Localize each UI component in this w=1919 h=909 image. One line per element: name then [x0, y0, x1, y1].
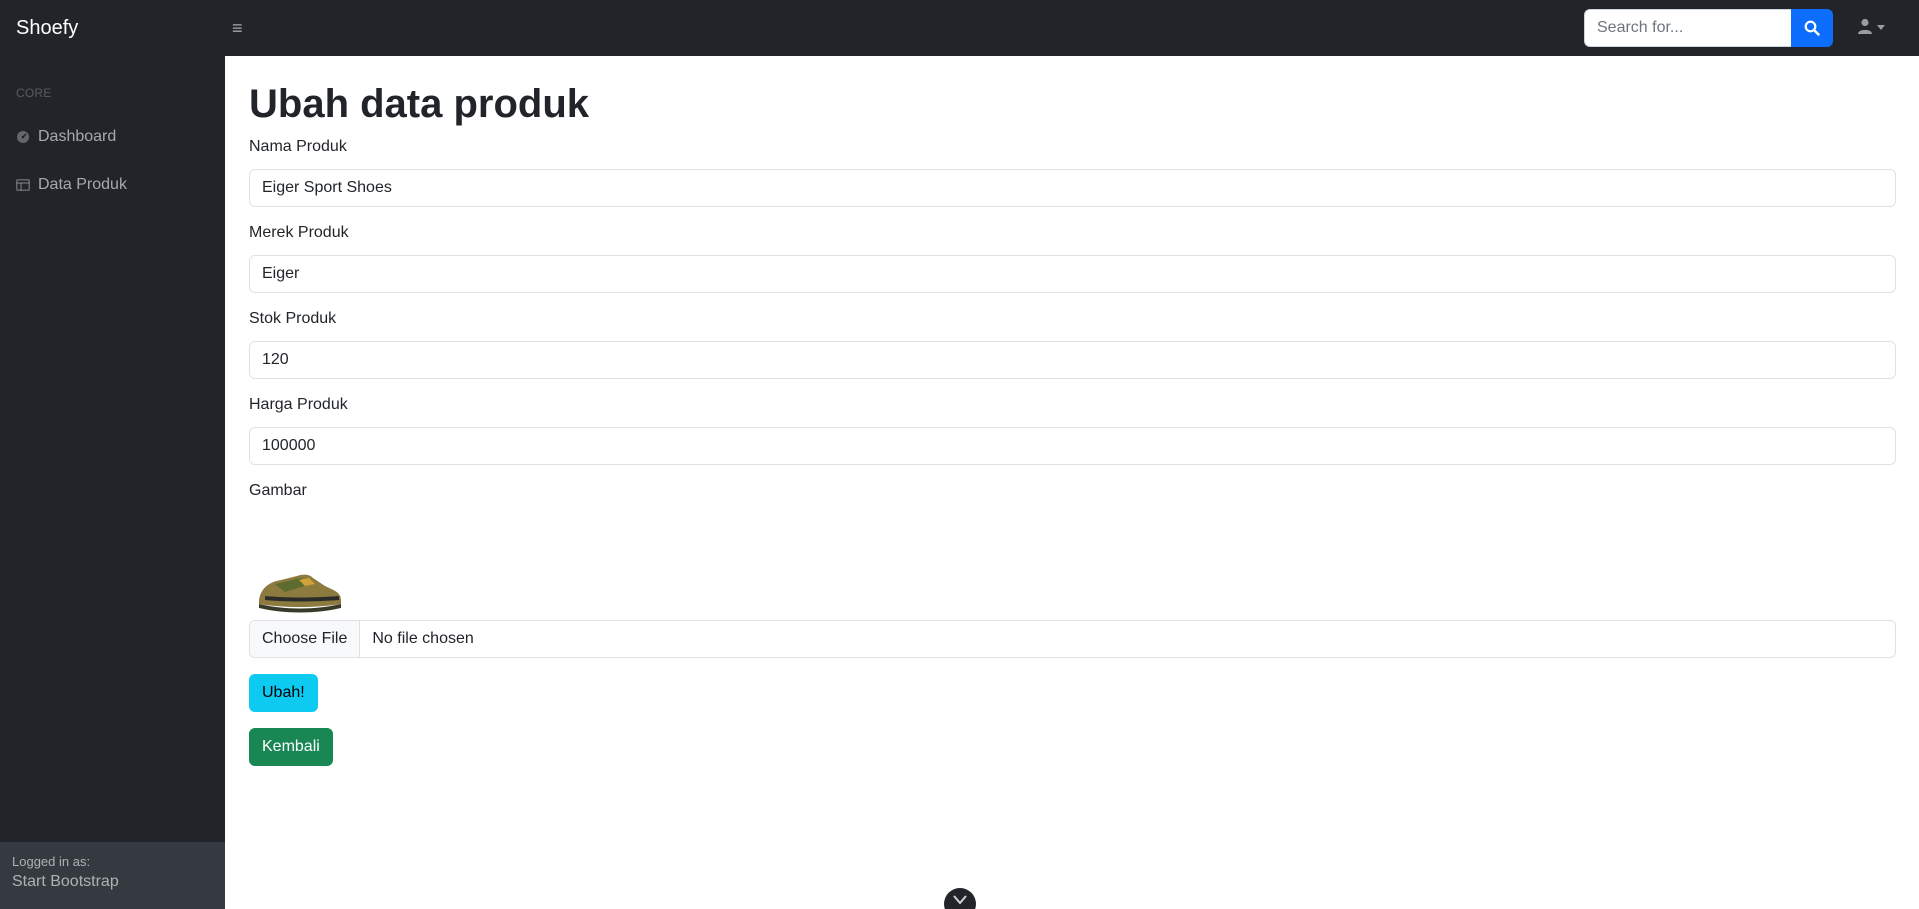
file-input[interactable]: Choose File No file chosen	[249, 620, 1896, 658]
tachometer-icon	[17, 131, 29, 143]
logged-in-label: Logged in as:	[12, 854, 91, 869]
user-dropdown[interactable]	[1857, 18, 1885, 34]
gambar-label: Gambar	[249, 482, 307, 499]
scroll-indicator[interactable]	[944, 888, 976, 909]
harga-produk-label: Harga Produk	[249, 396, 348, 413]
sidebar-item-dashboard[interactable]: Dashboard	[16, 128, 116, 146]
user-icon	[1858, 18, 1872, 34]
sidebar: CORE Dashboard Data Produk Logged in as:…	[0, 56, 225, 909]
brand-logo[interactable]: Shoefy	[16, 17, 216, 40]
search-icon	[1804, 20, 1820, 36]
sidebar-item-data-produk[interactable]: Data Produk	[16, 176, 127, 194]
merek-produk-input[interactable]	[249, 255, 1896, 293]
table-icon	[16, 179, 30, 191]
top-navbar: Shoefy ≡	[0, 0, 1919, 56]
file-status-text: No file chosen	[372, 630, 474, 647]
sidebar-item-label: Data Produk	[38, 176, 127, 193]
choose-file-button[interactable]: Choose File	[250, 621, 361, 657]
back-button[interactable]: Kembali	[249, 728, 333, 766]
product-image	[259, 574, 341, 613]
merek-produk-label: Merek Produk	[249, 224, 349, 241]
stok-produk-label: Stok Produk	[249, 310, 337, 327]
sidebar-toggle-icon[interactable]: ≡	[232, 19, 243, 37]
page-title: Ubah data produk	[249, 82, 590, 126]
harga-produk-input[interactable]	[249, 427, 1896, 465]
sidebar-item-label: Dashboard	[38, 128, 117, 145]
nama-produk-input[interactable]	[249, 169, 1896, 207]
search-form	[1584, 9, 1833, 47]
sidebar-footer: Logged in as: Start Bootstrap	[0, 842, 225, 909]
search-input[interactable]	[1584, 9, 1791, 47]
chevron-down-icon	[1877, 24, 1885, 30]
chevron-down-icon	[953, 895, 967, 905]
stok-produk-input[interactable]	[249, 341, 1896, 379]
logged-in-user: Start Bootstrap	[12, 873, 119, 890]
sidebar-heading: CORE	[16, 86, 52, 100]
nama-produk-label: Nama Produk	[249, 138, 347, 155]
search-button[interactable]	[1791, 9, 1833, 47]
submit-button[interactable]: Ubah!	[249, 674, 318, 712]
